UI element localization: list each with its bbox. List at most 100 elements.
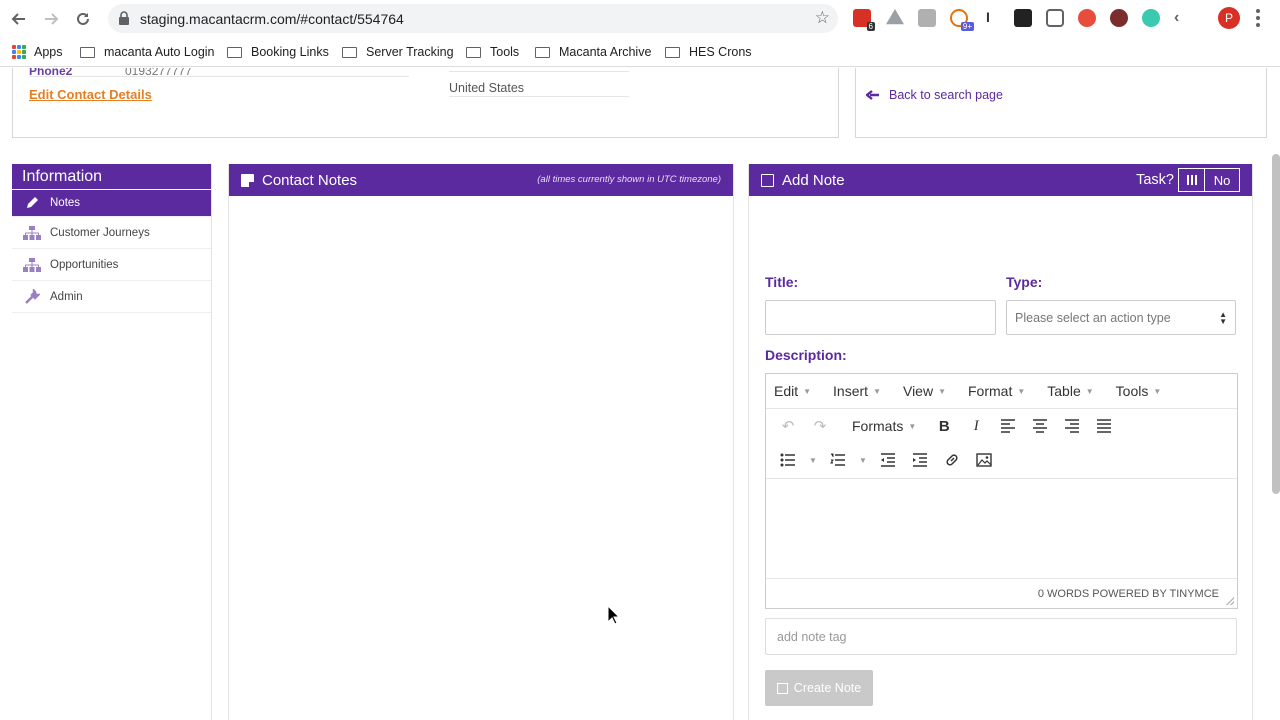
back-arrow-icon[interactable] xyxy=(8,8,30,30)
outdent-icon[interactable] xyxy=(876,448,900,472)
lock-icon xyxy=(119,11,129,25)
menu-label: Format xyxy=(968,383,1013,399)
extension-doc-icon[interactable] xyxy=(918,9,936,27)
link-icon[interactable] xyxy=(940,448,964,472)
create-note-label: Create Note xyxy=(793,681,862,695)
forward-arrow-icon[interactable] xyxy=(40,8,62,30)
bookmark-star-icon[interactable]: ☆ xyxy=(815,8,830,28)
arrow-left-icon xyxy=(866,90,879,100)
sidebar-item-label: Admin xyxy=(50,290,83,303)
browser-menu-icon[interactable] xyxy=(1256,9,1260,30)
sidebar-item-customer-journeys[interactable]: Customer Journeys xyxy=(12,217,211,249)
menu-edit[interactable]: Edit ▼ xyxy=(774,383,811,399)
bookmark-folder[interactable]: Macanta Archive xyxy=(535,44,651,60)
extension-cursor-icon[interactable]: I xyxy=(982,9,994,27)
profile-avatar[interactable]: P xyxy=(1218,7,1240,29)
indent-icon[interactable] xyxy=(908,448,932,472)
menu-view[interactable]: View ▼ xyxy=(903,383,946,399)
folder-icon xyxy=(342,46,357,58)
caret-down-icon: ▼ xyxy=(1085,386,1094,396)
url-text: staging.macantacrm.com/#contact/554764 xyxy=(140,11,404,27)
extension-calendar-icon[interactable]: 6 xyxy=(853,9,875,31)
menu-label: Tools xyxy=(1115,383,1149,399)
bookmarks-bar: Apps macanta Auto Login Booking Links Se… xyxy=(0,37,1280,67)
extension-badge: 6 xyxy=(866,22,875,31)
extension-badge: 9+ xyxy=(960,22,974,31)
create-note-button[interactable]: Create Note xyxy=(765,670,873,706)
align-right-icon[interactable] xyxy=(1060,414,1084,438)
sidebar-item-label: Opportunities xyxy=(50,258,119,271)
bookmark-folder[interactable]: macanta Auto Login xyxy=(80,44,215,60)
bookmark-label: macanta Auto Login xyxy=(104,45,215,59)
italic-icon[interactable]: I xyxy=(964,414,988,438)
divider xyxy=(449,96,629,97)
caret-down-icon: ▼ xyxy=(938,386,946,396)
sticky-note-icon xyxy=(241,173,254,187)
description-label: Description: xyxy=(765,347,847,363)
align-left-icon[interactable] xyxy=(996,414,1020,438)
sidebar-title: Information xyxy=(12,164,211,190)
sidebar-item-label: Customer Journeys xyxy=(50,226,150,239)
extension-target-icon[interactable]: 9+ xyxy=(950,9,974,31)
add-note-header: Add Note Task? No xyxy=(749,164,1252,196)
extension-pocket-icon[interactable] xyxy=(1046,9,1064,27)
formats-dropdown[interactable]: Formats ▼ xyxy=(852,418,916,434)
folder-icon xyxy=(665,46,680,58)
pencil-icon xyxy=(22,195,42,211)
edit-contact-details-link[interactable]: Edit Contact Details xyxy=(29,87,152,102)
caret-down-icon[interactable]: ▼ xyxy=(858,448,868,472)
bookmark-folder[interactable]: Tools xyxy=(466,44,519,60)
extension-arrow-icon[interactable]: ‹ xyxy=(1174,9,1192,27)
bookmark-label: Server Tracking xyxy=(366,45,454,59)
task-toggle[interactable]: No xyxy=(1178,168,1240,192)
undo-icon[interactable]: ↶ xyxy=(776,414,800,438)
toggle-handle-icon xyxy=(1179,169,1205,191)
page-scrollbar[interactable] xyxy=(1272,154,1280,494)
caret-down-icon[interactable]: ▼ xyxy=(808,448,818,472)
address-bar[interactable]: staging.macantacrm.com/#contact/554764 ☆ xyxy=(108,4,838,33)
task-label: Task? xyxy=(1136,172,1174,188)
bullet-list-icon[interactable] xyxy=(776,448,800,472)
extension-drive-icon[interactable] xyxy=(886,9,904,25)
extension-shield-icon[interactable] xyxy=(1078,9,1096,27)
sidebar-item-label: Notes xyxy=(50,197,81,209)
folder-icon xyxy=(466,46,481,58)
select-arrows-icon: ▲ ▼ xyxy=(1219,310,1227,326)
sidebar-item-admin[interactable]: Admin xyxy=(12,281,211,313)
bookmark-apps[interactable]: Apps xyxy=(12,44,63,60)
extension-game-icon[interactable] xyxy=(1014,9,1032,27)
note-tag-input[interactable]: add note tag xyxy=(765,618,1237,655)
menu-table[interactable]: Table ▼ xyxy=(1047,383,1093,399)
resize-grip-icon[interactable] xyxy=(1226,597,1234,605)
folder-icon xyxy=(535,46,550,58)
contact-notes-panel: Contact Notes (all times currently shown… xyxy=(228,164,734,720)
align-justify-icon[interactable] xyxy=(1092,414,1116,438)
image-icon[interactable] xyxy=(972,448,996,472)
menu-format[interactable]: Format ▼ xyxy=(968,383,1025,399)
bookmark-folder[interactable]: HES Crons xyxy=(665,44,752,60)
numbered-list-icon[interactable] xyxy=(826,448,850,472)
menu-tools[interactable]: Tools ▼ xyxy=(1116,383,1162,399)
sidebar-item-notes[interactable]: Notes xyxy=(12,190,211,217)
editor-content-area[interactable] xyxy=(766,478,1237,578)
menu-label: Table xyxy=(1047,383,1081,399)
extension-k-icon[interactable] xyxy=(1110,9,1128,27)
bookmark-folder[interactable]: Server Tracking xyxy=(342,44,454,60)
bookmark-label: Macanta Archive xyxy=(559,45,652,59)
task-toggle-value: No xyxy=(1213,172,1231,188)
menu-insert[interactable]: Insert ▼ xyxy=(833,383,881,399)
bookmark-label: HES Crons xyxy=(689,45,752,59)
bookmark-folder[interactable]: Booking Links xyxy=(227,44,329,60)
editor-toolbar-row-2: ▼ ▼ xyxy=(766,443,1237,477)
align-center-icon[interactable] xyxy=(1028,414,1052,438)
back-to-search-link[interactable]: Back to search page xyxy=(866,88,1003,102)
sidebar-item-opportunities[interactable]: Opportunities xyxy=(12,249,211,281)
redo-icon[interactable]: ↷ xyxy=(808,414,832,438)
title-label: Title: xyxy=(765,274,799,290)
extension-m-icon[interactable] xyxy=(1142,9,1160,27)
note-title-input[interactable] xyxy=(765,300,996,335)
reload-icon[interactable] xyxy=(72,8,94,30)
caret-down-icon: ▼ xyxy=(1153,386,1162,396)
bold-icon[interactable]: B xyxy=(932,414,956,438)
action-type-select[interactable]: Please select an action type ▲ ▼ xyxy=(1006,300,1236,335)
